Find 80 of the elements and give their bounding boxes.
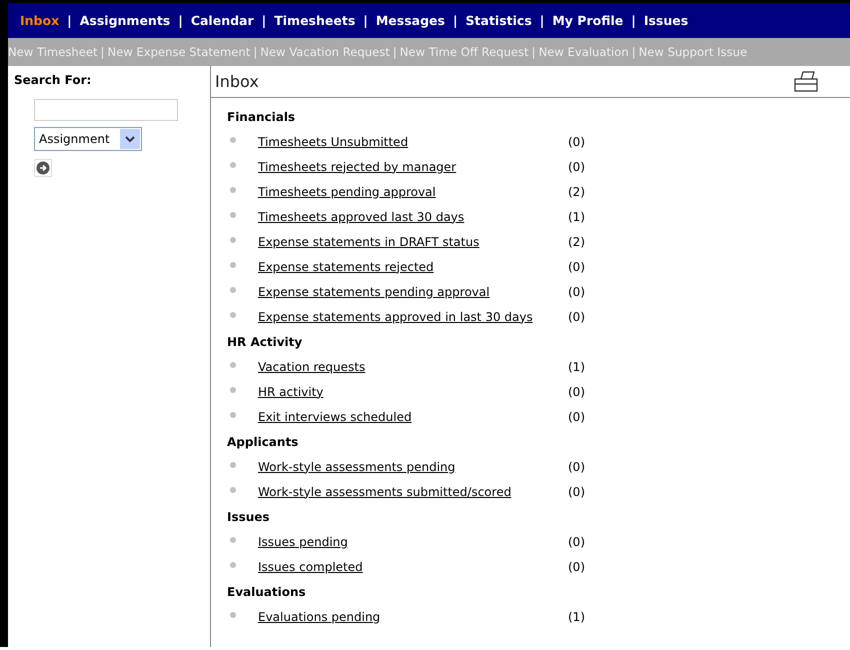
separator: | <box>362 13 369 28</box>
nav-tab[interactable]: Messages <box>376 13 445 28</box>
item-count: (1) <box>568 210 585 224</box>
nav-tab[interactable]: My Profile <box>552 13 624 28</box>
type-dropdown[interactable]: Assignment <box>34 127 142 151</box>
bullet-icon <box>230 386 236 392</box>
go-button[interactable] <box>34 159 52 177</box>
inbox-link[interactable]: Work-style assessments submitted/scored <box>258 484 568 498</box>
item-count: (0) <box>568 260 585 274</box>
nav-tab[interactable]: Inbox <box>20 13 60 28</box>
bullet-icon <box>230 562 236 568</box>
item-count: (1) <box>568 360 585 374</box>
inbox-link[interactable]: Expense statements rejected <box>258 260 568 274</box>
inbox-link[interactable]: Issues completed <box>258 560 568 574</box>
item-count: (0) <box>568 560 585 574</box>
bullet-icon <box>230 486 236 492</box>
inbox-link[interactable]: Expense statements approved in last 30 days <box>258 310 568 324</box>
item-count: (2) <box>568 184 585 198</box>
inbox-link[interactable]: Evaluations pending <box>258 610 568 624</box>
separator: | <box>630 45 637 59</box>
item-count: (0) <box>568 534 585 548</box>
separator: | <box>538 13 546 28</box>
separator: | <box>100 45 106 59</box>
bullet-icon <box>230 212 236 218</box>
nav-tab[interactable]: Timesheets <box>274 13 356 28</box>
chevron-down-icon <box>120 129 140 149</box>
section-heading: HR Activity <box>227 334 304 351</box>
bullet-icon <box>230 462 236 468</box>
separator: | <box>260 13 268 28</box>
bullet-icon <box>230 162 236 168</box>
bullet-icon <box>230 136 236 142</box>
bullet-icon <box>230 536 236 542</box>
inbox-link[interactable]: Issues pending <box>258 534 568 548</box>
item-count: (0) <box>568 284 585 298</box>
separator: | <box>630 13 637 28</box>
section-heading: Applicants <box>227 434 300 451</box>
printer-icon[interactable] <box>792 70 820 92</box>
inbox-link[interactable]: Timesheets rejected by manager <box>258 160 568 174</box>
section-heading: Financials <box>227 109 296 126</box>
nav-tab[interactable]: Assignments <box>80 13 170 28</box>
bullet-icon <box>230 612 236 618</box>
separator: | <box>530 45 537 59</box>
section-heading: Issues <box>227 509 271 526</box>
inbox-link[interactable]: Timesheets approved last 30 days <box>258 210 568 224</box>
separator: | <box>392 45 398 59</box>
page-title: Inbox <box>215 72 259 91</box>
search-label: Search For: <box>13 72 92 87</box>
bullet-icon <box>230 236 236 242</box>
item-count: (0) <box>568 410 585 424</box>
search-field[interactable] <box>34 99 178 121</box>
inbox-link[interactable]: Timesheets Unsubmitted <box>258 134 568 148</box>
inbox-link[interactable]: Timesheets pending approval <box>258 184 568 198</box>
bullet-icon <box>230 262 236 268</box>
item-count: (0) <box>568 160 585 174</box>
separator: | <box>177 13 184 28</box>
bullet-icon <box>230 362 236 368</box>
section-heading: Evaluations <box>227 584 307 601</box>
inbox-link[interactable]: Expense statements pending approval <box>258 284 568 298</box>
item-count: (0) <box>568 484 585 498</box>
separator: | <box>66 13 73 28</box>
nav-tab[interactable]: Calendar <box>190 13 254 28</box>
item-count: (0) <box>568 384 585 398</box>
separator: | <box>252 45 258 59</box>
item-count: (1) <box>568 610 585 624</box>
bullet-icon <box>230 186 236 192</box>
inbox-link[interactable]: HR activity <box>258 384 568 398</box>
inbox-link[interactable]: Work-style assessments pending <box>258 460 568 474</box>
bullet-icon <box>230 412 236 418</box>
nav-tab[interactable]: Statistics <box>466 13 532 28</box>
item-count: (0) <box>568 134 585 148</box>
bullet-icon <box>230 286 236 292</box>
separator: | <box>452 13 459 28</box>
item-count: (0) <box>568 460 585 474</box>
item-count: (0) <box>568 310 585 324</box>
inbox-link[interactable]: Expense statements in DRAFT status <box>258 234 568 248</box>
inbox-link[interactable]: Vacation requests <box>258 360 568 374</box>
inbox-link[interactable]: Exit interviews scheduled <box>258 410 568 424</box>
nav-tab[interactable]: Issues <box>644 13 688 28</box>
item-count: (2) <box>568 234 585 248</box>
bullet-icon <box>230 312 236 318</box>
